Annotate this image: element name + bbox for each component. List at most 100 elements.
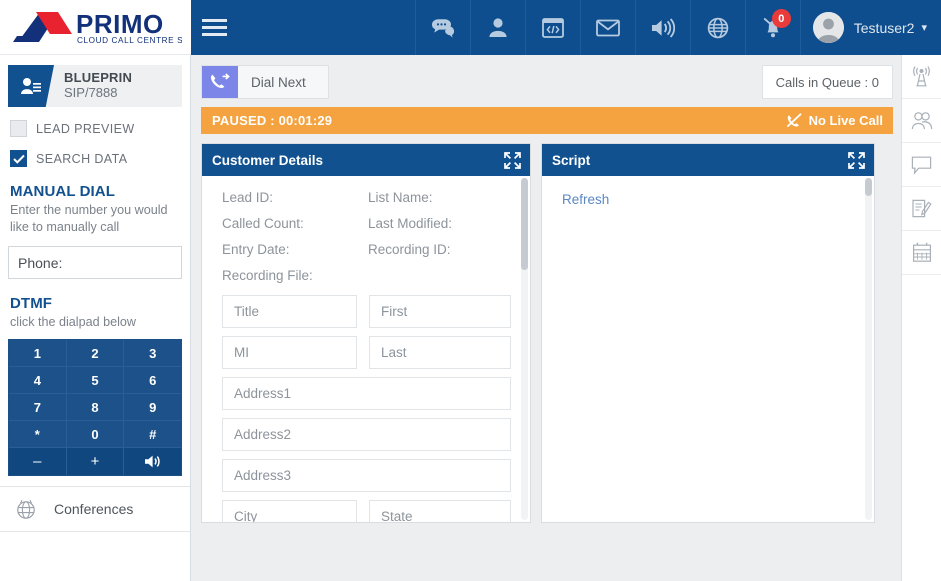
check-icon bbox=[12, 154, 25, 164]
user-menu[interactable]: Testuser2 ▾ bbox=[801, 0, 941, 55]
field-first[interactable]: First bbox=[369, 295, 511, 328]
customer-details-title: Customer Details bbox=[212, 152, 324, 168]
customer-meta-grid: Lead ID: List Name: Called Count: Last M… bbox=[222, 190, 516, 283]
nav-chat-button[interactable] bbox=[416, 0, 471, 55]
user-icon bbox=[489, 18, 507, 37]
dialpad-key-9[interactable]: 9 bbox=[124, 394, 182, 421]
nav-mail-button[interactable] bbox=[581, 0, 636, 55]
dialpad-key-0[interactable]: 0 bbox=[66, 421, 125, 448]
code-window-icon bbox=[541, 17, 564, 38]
nav-user-button[interactable] bbox=[471, 0, 526, 55]
dialpad-key-hash[interactable]: # bbox=[124, 421, 182, 448]
checkbox-lead-preview[interactable]: LEAD PREVIEW bbox=[10, 120, 190, 137]
rail-item-calendar[interactable] bbox=[902, 231, 941, 275]
meta-blank bbox=[368, 268, 516, 283]
customer-details-expand-button[interactable] bbox=[504, 151, 521, 169]
checkbox-box-lead-preview[interactable] bbox=[10, 120, 27, 137]
globe-icon bbox=[707, 17, 729, 38]
checkbox-box-search-data[interactable] bbox=[10, 150, 27, 167]
field-state[interactable]: State bbox=[369, 500, 511, 522]
field-row-mi-last: MI Last bbox=[222, 336, 516, 369]
manual-dial-subtitle: Enter the number you would like to manua… bbox=[10, 203, 168, 234]
sidebar-item-conferences[interactable]: Conferences bbox=[0, 487, 190, 532]
top-navbar: 0 Testuser2 ▾ bbox=[191, 0, 941, 55]
username-label: Testuser2 bbox=[853, 19, 915, 36]
notes-edit-icon bbox=[912, 199, 932, 218]
avatar bbox=[812, 12, 844, 43]
status-bar: PAUSED : 00:01:29 No Live Call bbox=[201, 107, 893, 134]
notification-badge: 0 bbox=[771, 9, 791, 28]
speaker-icon bbox=[651, 17, 675, 38]
dialpad-key-4[interactable]: 4 bbox=[9, 367, 67, 394]
volume-button[interactable] bbox=[124, 448, 182, 475]
customer-details-panel: Customer Details Lead ID: List Name: Cal… bbox=[201, 143, 531, 523]
customer-details-body: Lead ID: List Name: Called Count: Last M… bbox=[202, 176, 530, 522]
script-expand-button[interactable] bbox=[848, 151, 865, 169]
customer-details-scroll-thumb[interactable] bbox=[521, 178, 528, 270]
field-mi[interactable]: MI bbox=[222, 336, 357, 369]
nav-sound-button[interactable] bbox=[636, 0, 691, 55]
agent-sip: SIP/7888 bbox=[64, 85, 118, 100]
field-row-city-state: City State bbox=[222, 500, 516, 522]
checkbox-label-search-data: SEARCH DATA bbox=[36, 151, 128, 166]
field-address2[interactable]: Address2 bbox=[222, 418, 511, 451]
customer-details-scrollbar[interactable] bbox=[521, 178, 528, 520]
nav-notifications-button[interactable]: 0 bbox=[746, 0, 801, 55]
meta-last-modified: Last Modified: bbox=[368, 216, 453, 231]
dialpad-key-5[interactable]: 5 bbox=[66, 367, 125, 394]
script-title: Script bbox=[552, 152, 591, 168]
brand-logo[interactable]: PRIMO CLOUD CALL CENTRE SOLUTION bbox=[0, 0, 191, 55]
checkbox-label-lead-preview: LEAD PREVIEW bbox=[36, 121, 135, 136]
field-city[interactable]: City bbox=[222, 500, 357, 522]
dialpad-key-7[interactable]: 7 bbox=[9, 394, 67, 421]
script-header: Script bbox=[542, 144, 874, 176]
script-scroll-thumb[interactable] bbox=[865, 178, 872, 196]
nav-language-button[interactable] bbox=[691, 0, 746, 55]
nav-code-button[interactable] bbox=[526, 0, 581, 55]
phone-slash-icon bbox=[786, 113, 803, 128]
app-root: PRIMO CLOUD CALL CENTRE SOLUTION BLUEPRI… bbox=[0, 0, 941, 581]
dialpad-key-6[interactable]: 6 bbox=[124, 367, 182, 394]
hamburger-icon bbox=[202, 19, 227, 36]
phone-input[interactable] bbox=[9, 247, 199, 278]
checkbox-search-data[interactable]: SEARCH DATA bbox=[10, 150, 190, 167]
agent-badge[interactable]: BLUEPRIN SIP/7888 bbox=[8, 65, 182, 107]
field-address3[interactable]: Address3 bbox=[222, 459, 511, 492]
script-refresh-link[interactable]: Refresh bbox=[562, 192, 874, 207]
field-row-address2: Address2 bbox=[222, 418, 516, 451]
meta-recording-file: Recording File: bbox=[222, 268, 313, 283]
navbar-spacer bbox=[238, 0, 416, 55]
primo-logo-icon: PRIMO CLOUD CALL CENTRE SOLUTION bbox=[12, 9, 182, 45]
live-call-label: No Live Call bbox=[808, 113, 883, 128]
field-row-address1: Address1 bbox=[222, 377, 516, 410]
volume-up-button[interactable]: + bbox=[66, 448, 125, 475]
script-panel: Script Refresh bbox=[541, 143, 875, 523]
field-last[interactable]: Last bbox=[369, 336, 511, 369]
field-address1[interactable]: Address1 bbox=[222, 377, 511, 410]
dialpad-row: 1 2 3 bbox=[9, 340, 182, 367]
chevron-down-icon: ▾ bbox=[921, 22, 927, 34]
dialpad-key-2[interactable]: 2 bbox=[66, 340, 125, 367]
right-rail bbox=[901, 55, 941, 581]
expand-icon bbox=[504, 151, 521, 169]
dial-next-button[interactable]: Dial Next bbox=[201, 65, 329, 99]
field-title[interactable]: Title bbox=[222, 295, 357, 328]
main-content: Dial Next Calls in Queue : 0 PAUSED : 00… bbox=[191, 55, 901, 581]
dialpad-key-3[interactable]: 3 bbox=[124, 340, 182, 367]
rail-item-broadcast[interactable] bbox=[902, 55, 941, 99]
dialpad-key-8[interactable]: 8 bbox=[66, 394, 125, 421]
dialpad-row: 4 5 6 bbox=[9, 367, 182, 394]
svg-text:PRIMO: PRIMO bbox=[76, 9, 164, 39]
agent-name: BLUEPRIN bbox=[64, 70, 133, 86]
dialpad-key-star[interactable]: * bbox=[9, 421, 67, 448]
volume-down-button[interactable]: – bbox=[9, 448, 67, 475]
rail-item-groups[interactable] bbox=[902, 99, 941, 143]
expand-icon bbox=[848, 151, 865, 169]
dialpad-key-1[interactable]: 1 bbox=[9, 340, 67, 367]
rail-item-chat[interactable] bbox=[902, 143, 941, 187]
hamburger-menu-button[interactable] bbox=[191, 0, 238, 55]
script-scrollbar[interactable] bbox=[865, 178, 872, 520]
rail-item-notes[interactable] bbox=[902, 187, 941, 231]
calendar-icon bbox=[912, 242, 931, 262]
dialpad-row: 7 8 9 bbox=[9, 394, 182, 421]
